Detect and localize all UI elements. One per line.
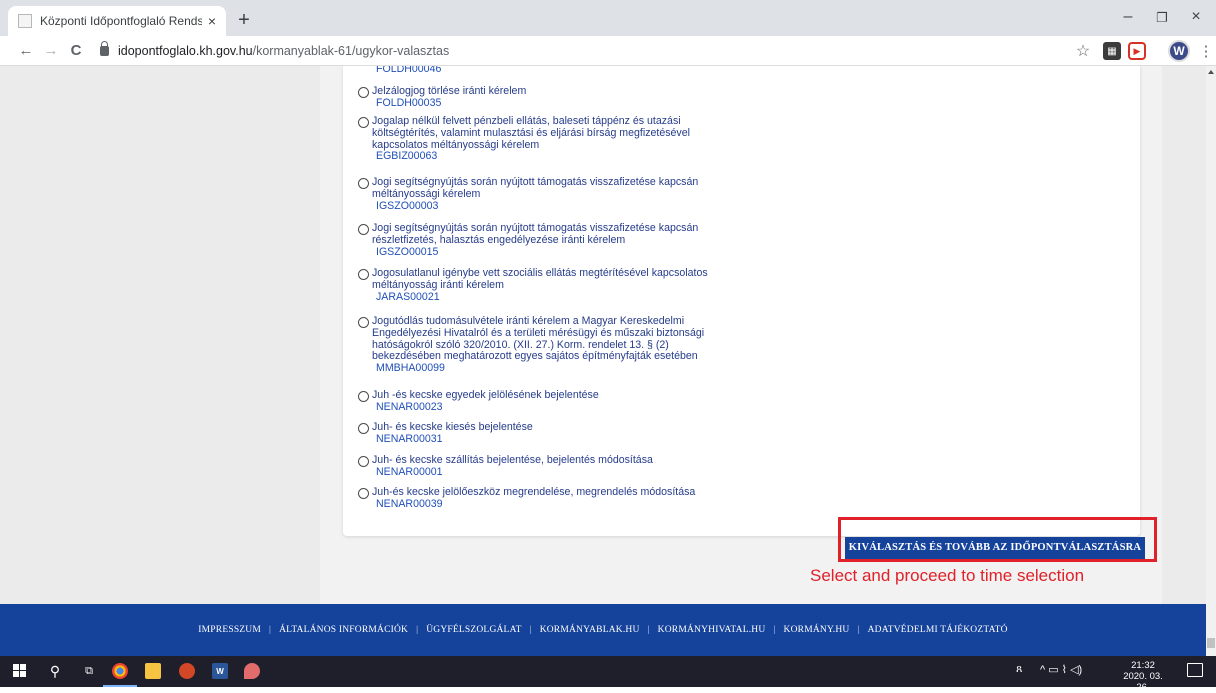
back-arrow-icon[interactable]: ← bbox=[16, 42, 36, 59]
footer-separator: | bbox=[529, 625, 532, 635]
radio-button[interactable] bbox=[358, 488, 369, 499]
service-option[interactable]: Juh- és kecske szállítás bejelentése, be… bbox=[358, 454, 738, 479]
service-option[interactable]: Jogutódlás tudomásulvétele iránti kérele… bbox=[358, 315, 738, 375]
file-explorer-icon[interactable] bbox=[145, 663, 161, 679]
footer-link-kormanyablak[interactable]: KORMÁNYABLAK.HU bbox=[540, 625, 640, 635]
service-code: NENAR00023 bbox=[376, 400, 443, 413]
site-favicon-icon bbox=[18, 14, 32, 28]
radio-button[interactable] bbox=[358, 269, 369, 280]
footer-separator: | bbox=[773, 625, 776, 635]
browser-tab[interactable]: Központi Időpontfoglaló Rendsz × bbox=[8, 6, 226, 36]
chrome-icon[interactable] bbox=[112, 663, 128, 679]
service-option[interactable]: Juh -és kecske egyedek jelölésének bejel… bbox=[358, 389, 738, 414]
people-icon[interactable]: ጸ bbox=[1016, 663, 1022, 676]
service-option[interactable]: Juh- és kecske kiesés bejelentése NENAR0… bbox=[358, 421, 738, 446]
service-label: Jogi segítségnyújtás során nyújtott támo… bbox=[372, 222, 699, 246]
service-option[interactable]: Jogalap nélkül felvett pénzbeli ellátás,… bbox=[358, 115, 738, 163]
lock-icon bbox=[100, 41, 109, 56]
radio-button[interactable] bbox=[358, 391, 369, 402]
footer-separator: | bbox=[857, 625, 860, 635]
service-code: NENAR00039 bbox=[376, 497, 443, 510]
tray-icons[interactable]: ^ ▭ ⌇ ◁) bbox=[1040, 663, 1082, 676]
service-code: IGSZO00003 bbox=[376, 199, 439, 212]
service-option[interactable]: Jogosulatlanul igénybe vett szociális el… bbox=[358, 267, 738, 303]
clock-time: 21:32 bbox=[1131, 660, 1155, 671]
tab-close-icon[interactable]: × bbox=[208, 13, 216, 29]
clock-date: 2020. 03. 26. bbox=[1123, 671, 1163, 693]
select-and-proceed-button[interactable]: KIVÁLASZTÁS ÉS TOVÁBB AZ IDŐPONTVÁLASZTÁ… bbox=[845, 537, 1145, 559]
scrollbar-thumb[interactable] bbox=[1207, 638, 1215, 648]
radio-button[interactable] bbox=[358, 178, 369, 189]
service-code: MMBHA00099 bbox=[376, 362, 445, 375]
extension-record-icon[interactable]: ▶ bbox=[1128, 42, 1146, 60]
footer-link-ugyfelszolgalat[interactable]: ÜGYFÉLSZOLGÁLAT bbox=[426, 625, 521, 635]
word-icon[interactable]: W bbox=[212, 663, 228, 679]
footer-link-kormanyhivatal[interactable]: KORMÁNYHIVATAL.HU bbox=[658, 625, 766, 635]
annotation-text: Select and proceed to time selection bbox=[810, 566, 1085, 585]
service-label: Jogutódlás tudomásulvétele iránti kérele… bbox=[372, 315, 705, 363]
windows-start-icon[interactable] bbox=[12, 663, 26, 677]
service-label: Jogosulatlanul igénybe vett szociális el… bbox=[372, 267, 708, 291]
radio-button[interactable] bbox=[358, 423, 369, 434]
service-label: Jogi segítségnyújtás során nyújtott támo… bbox=[372, 176, 699, 200]
footer-separator: | bbox=[269, 625, 272, 635]
service-code: JARAS00021 bbox=[376, 290, 440, 303]
service-option[interactable]: Juh-és kecske jelölőeszköz megrendelése,… bbox=[358, 486, 738, 511]
extension-icon[interactable]: ▦ bbox=[1103, 42, 1121, 60]
radio-button[interactable] bbox=[358, 87, 369, 98]
service-option[interactable]: Jelzálogjog törlése iránti kérelem FOLDH… bbox=[358, 85, 738, 110]
footer-link-kormany[interactable]: KORMÁNY.HU bbox=[784, 625, 850, 635]
page-viewport: FOLDH00046 Jelzálogjog törlése iránti ké… bbox=[0, 66, 1206, 604]
profile-avatar[interactable]: W bbox=[1168, 40, 1190, 62]
bookmark-star-icon[interactable]: ☆ bbox=[1074, 42, 1092, 60]
footer-separator: | bbox=[647, 625, 650, 635]
service-option[interactable]: Jogi segítségnyújtás során nyújtott támo… bbox=[358, 222, 738, 258]
notification-center-icon[interactable] bbox=[1187, 663, 1203, 677]
service-code: NENAR00031 bbox=[376, 432, 443, 445]
radio-button[interactable] bbox=[358, 317, 369, 328]
windows-taskbar: ⚲ ⧉ W ጸ ^ ▭ ⌇ ◁) 21:32 2020. 03. 26. bbox=[0, 656, 1216, 693]
close-window-button[interactable]: × bbox=[1186, 8, 1206, 26]
url-path: /kormanyablak-61/ugykor-valasztas bbox=[252, 44, 450, 58]
service-code: FOLDH00035 bbox=[376, 96, 442, 109]
maximize-button[interactable]: ❐ bbox=[1152, 10, 1172, 26]
site-footer: IMPRESSZUM | ÁLTALÁNOS INFORMÁCIÓK | ÜGY… bbox=[0, 604, 1206, 656]
service-code: IGSZO00015 bbox=[376, 245, 439, 258]
footer-link-impresszum[interactable]: IMPRESSZUM bbox=[198, 625, 261, 635]
reload-icon[interactable]: C bbox=[66, 42, 86, 59]
url-host: idopontfoglalo.kh.gov.hu bbox=[118, 44, 253, 58]
tab-title: Központi Időpontfoglaló Rendsz bbox=[40, 14, 202, 28]
address-bar-row: ← → C idopontfoglalo.kh.gov.hu/kormanyab… bbox=[0, 36, 1216, 66]
task-view-icon[interactable]: ⧉ bbox=[81, 663, 97, 679]
forward-arrow-icon[interactable]: → bbox=[41, 42, 61, 59]
browser-tab-bar: Központi Időpontfoglaló Rendsz × + – ❐ × bbox=[0, 0, 1216, 36]
radio-button[interactable] bbox=[358, 456, 369, 467]
search-icon[interactable]: ⚲ bbox=[47, 663, 63, 679]
url-field[interactable]: idopontfoglalo.kh.gov.hu/kormanyablak-61… bbox=[100, 39, 1076, 63]
footer-link-adatvedelmi-tajekoztato[interactable]: ADATVÉDELMI TÁJÉKOZTATÓ bbox=[868, 625, 1008, 635]
service-code: EGBIZ00063 bbox=[376, 150, 438, 163]
radio-button[interactable] bbox=[358, 117, 369, 128]
taskbar-clock[interactable]: 21:32 2020. 03. 26. bbox=[1123, 660, 1163, 693]
radio-button[interactable] bbox=[358, 224, 369, 235]
service-code: FOLDH00046 bbox=[376, 66, 442, 75]
page-scrollbar[interactable] bbox=[1206, 66, 1216, 656]
maps-icon[interactable] bbox=[244, 663, 260, 679]
new-tab-button[interactable]: + bbox=[232, 8, 256, 32]
minimize-button[interactable]: – bbox=[1118, 8, 1138, 26]
scroll-up-icon[interactable] bbox=[1208, 70, 1214, 74]
service-label: Jogalap nélkül felvett pénzbeli ellátás,… bbox=[372, 115, 690, 151]
powerpoint-icon[interactable] bbox=[179, 663, 195, 679]
footer-link-altalanos-informaciok[interactable]: ÁLTALÁNOS INFORMÁCIÓK bbox=[279, 625, 408, 635]
browser-menu-icon[interactable]: ⋮ bbox=[1197, 42, 1215, 60]
footer-separator: | bbox=[416, 625, 419, 635]
service-option[interactable]: Jogi segítségnyújtás során nyújtott támo… bbox=[358, 176, 738, 212]
service-code: NENAR00001 bbox=[376, 465, 443, 478]
